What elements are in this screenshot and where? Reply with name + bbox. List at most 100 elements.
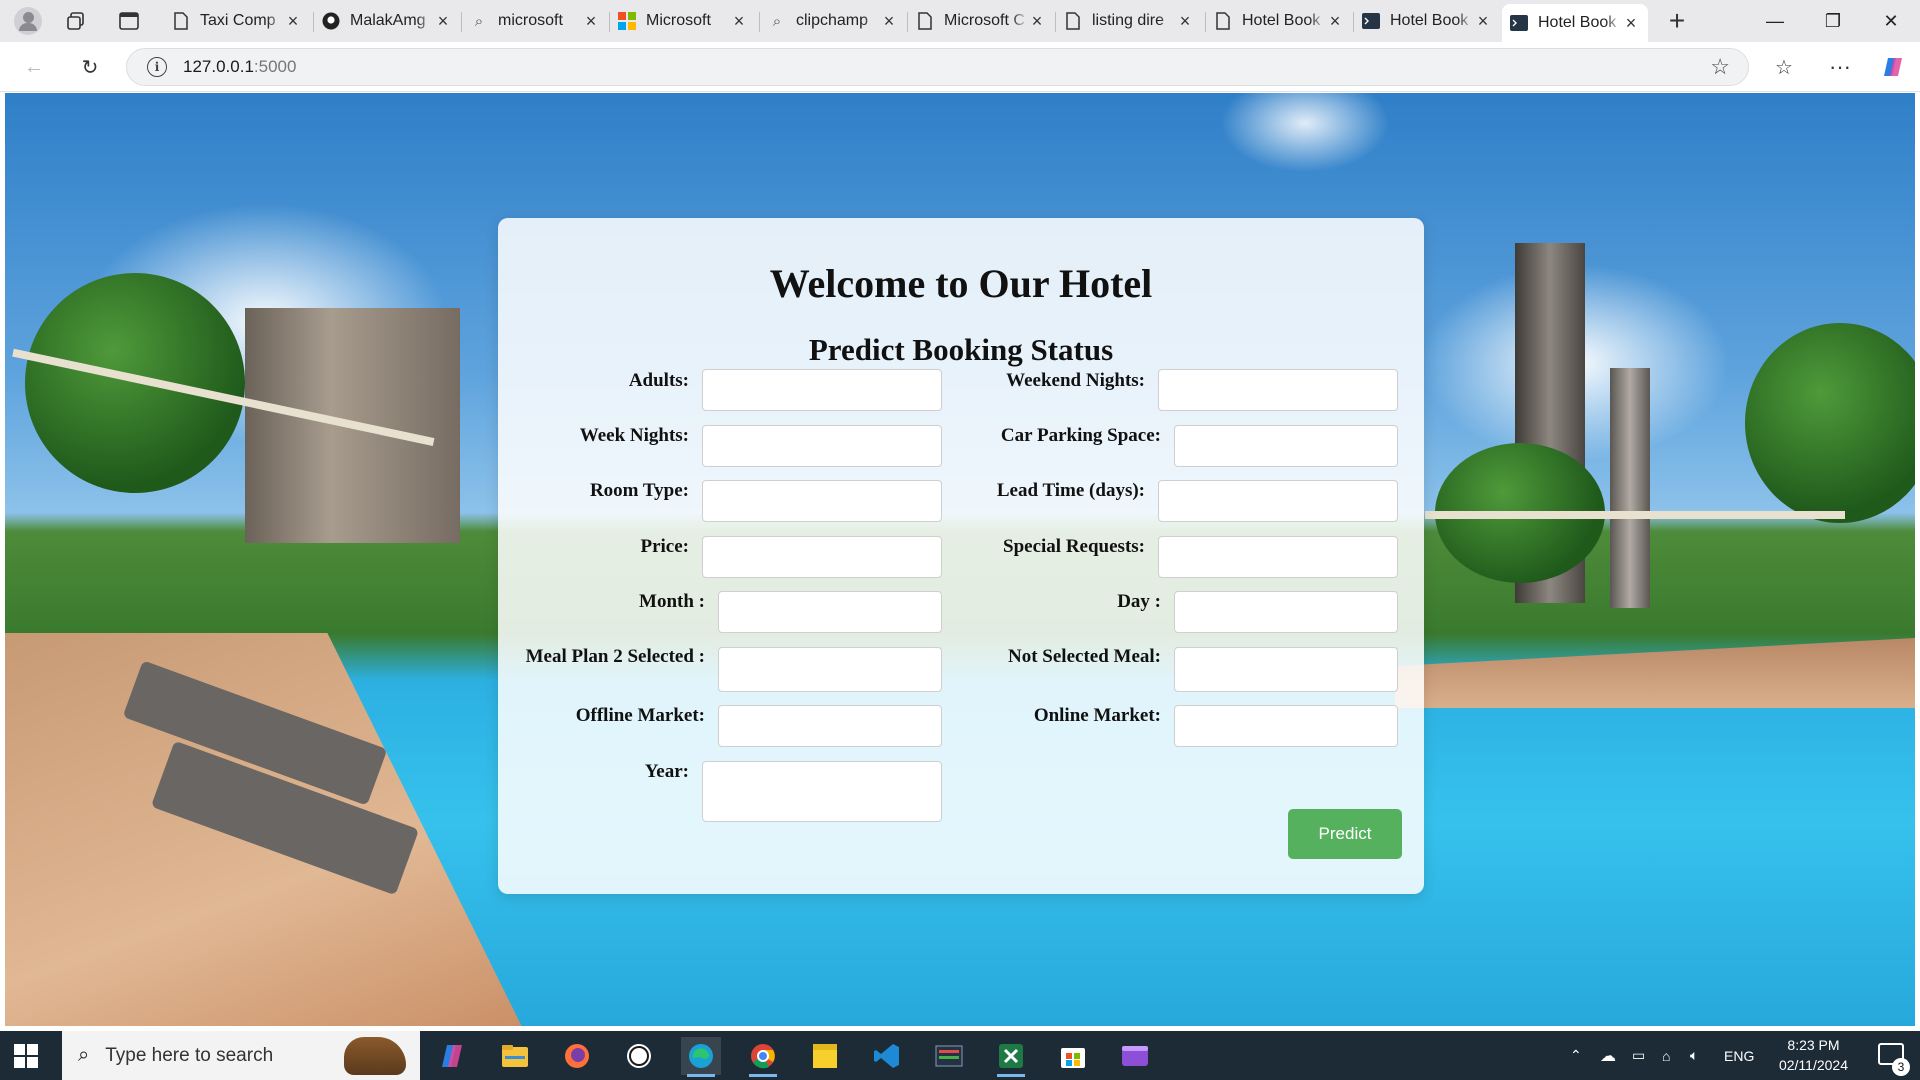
favorites-icon[interactable]: ☆ bbox=[1770, 53, 1798, 81]
chrome-icon[interactable] bbox=[743, 1037, 783, 1077]
close-tab-icon[interactable]: × bbox=[1474, 12, 1492, 30]
whatsapp-icon[interactable] bbox=[619, 1037, 659, 1075]
price-label: Price: bbox=[640, 536, 689, 557]
room-type-input[interactable] bbox=[702, 480, 942, 522]
tab-title: Hotel Book bbox=[1390, 12, 1469, 29]
copilot-icon[interactable] bbox=[1880, 53, 1908, 81]
sticky-notes-icon[interactable] bbox=[805, 1037, 845, 1075]
weekend-nights-input[interactable] bbox=[1158, 369, 1398, 411]
year-input[interactable] bbox=[702, 761, 942, 822]
tab-clipchamp-search[interactable]: ⌕ clipchamp × bbox=[760, 4, 906, 38]
bison-illustration-icon bbox=[344, 1037, 406, 1075]
battery-icon[interactable]: ▭ bbox=[1632, 1031, 1645, 1080]
firefox-icon[interactable] bbox=[557, 1037, 597, 1075]
search-icon: ⌕ bbox=[78, 1044, 90, 1066]
week-nights-label: Week Nights: bbox=[579, 425, 689, 446]
favorite-star-icon[interactable]: ☆ bbox=[1710, 54, 1730, 80]
show-hidden-icons-icon[interactable]: ⌃ bbox=[1570, 1031, 1582, 1080]
microsoft-store-icon[interactable] bbox=[1053, 1037, 1093, 1075]
vscode-icon[interactable] bbox=[867, 1037, 907, 1075]
tab-listing-dire[interactable]: listing dire × bbox=[1056, 4, 1202, 38]
close-tab-icon[interactable]: × bbox=[880, 12, 898, 30]
predict-button[interactable]: Predict bbox=[1288, 809, 1402, 859]
page-icon bbox=[1214, 12, 1232, 30]
search-icon: ⌕ bbox=[772, 12, 782, 30]
copilot-icon[interactable] bbox=[433, 1037, 473, 1075]
network-icon[interactable]: ⌂ bbox=[1662, 1031, 1670, 1080]
back-icon[interactable]: ← bbox=[20, 53, 48, 81]
windows-start-icon[interactable] bbox=[14, 1044, 38, 1068]
tab-microsoft[interactable]: Microsoft × bbox=[610, 4, 756, 38]
booking-form-card: Welcome to Our Hotel Predict Booking Sta… bbox=[498, 218, 1424, 894]
close-tab-icon[interactable]: × bbox=[434, 12, 452, 30]
volume-icon[interactable]: 🔈︎ bbox=[1690, 1031, 1698, 1080]
tab-hotel-book-active[interactable]: Hotel Book × bbox=[1502, 4, 1648, 42]
more-options-icon[interactable]: ··· bbox=[1826, 53, 1854, 81]
special-requests-input[interactable] bbox=[1158, 536, 1398, 578]
close-tab-icon[interactable]: × bbox=[1176, 12, 1194, 30]
week-nights-input[interactable] bbox=[702, 425, 942, 467]
weekend-nights-label: Weekend Nights: bbox=[1006, 370, 1145, 391]
edge-icon[interactable] bbox=[681, 1037, 721, 1077]
tab-hotel-book-1[interactable]: Hotel Book × bbox=[1206, 4, 1352, 38]
close-tab-icon[interactable]: × bbox=[284, 12, 302, 30]
tab-title: MalakAmg bbox=[350, 12, 426, 29]
not-selected-meal-input[interactable] bbox=[1174, 647, 1398, 692]
offline-market-input[interactable] bbox=[718, 705, 942, 747]
excel-icon[interactable] bbox=[991, 1037, 1031, 1077]
price-input[interactable] bbox=[702, 536, 942, 578]
meal-plan-2-input[interactable] bbox=[718, 647, 942, 692]
tab-hotel-book-2[interactable]: Hotel Book × bbox=[1354, 4, 1500, 38]
profile-avatar-icon[interactable] bbox=[14, 7, 42, 35]
terminal-icon bbox=[1510, 14, 1528, 32]
minimize-icon[interactable]: — bbox=[1752, 8, 1798, 34]
online-market-input[interactable] bbox=[1174, 705, 1398, 747]
microsoft-logo-icon bbox=[618, 12, 636, 30]
onedrive-icon[interactable]: ☁ bbox=[1600, 1031, 1616, 1080]
address-bar[interactable]: i 127.0.0.1:5000 ☆ bbox=[126, 48, 1749, 86]
terminal-icon bbox=[1362, 12, 1380, 30]
close-tab-icon[interactable]: × bbox=[730, 12, 748, 30]
tab-title: Microsoft bbox=[646, 12, 711, 29]
clock[interactable]: 8:23 PM 02/11/2024 bbox=[1779, 1035, 1848, 1075]
restore-icon[interactable]: ❐ bbox=[1810, 8, 1856, 34]
tab-title: Taxi Comp bbox=[200, 12, 276, 29]
close-tab-icon[interactable]: × bbox=[582, 12, 600, 30]
tab-microsoft-search[interactable]: ⌕ microsoft × bbox=[462, 4, 608, 38]
month-input[interactable] bbox=[718, 591, 942, 633]
tab-microsoft-c[interactable]: Microsoft C × bbox=[908, 4, 1054, 38]
tab-title: Hotel Book bbox=[1242, 12, 1321, 29]
page-icon bbox=[172, 12, 190, 30]
close-tab-icon[interactable]: × bbox=[1028, 12, 1046, 30]
car-parking-input[interactable] bbox=[1174, 425, 1398, 467]
file-explorer-icon[interactable] bbox=[495, 1037, 535, 1075]
clipchamp-icon[interactable] bbox=[1115, 1037, 1155, 1075]
adults-input[interactable] bbox=[702, 369, 942, 411]
tab-title: clipchamp bbox=[796, 12, 869, 29]
tab-malakamg[interactable]: MalakAmg × bbox=[314, 4, 460, 38]
lead-time-input[interactable] bbox=[1158, 480, 1398, 522]
notification-count-badge: 3 bbox=[1892, 1058, 1910, 1076]
online-market-label: Online Market: bbox=[1033, 705, 1161, 726]
taskbar-search-box[interactable]: ⌕ Type here to search bbox=[62, 1031, 420, 1080]
adults-label: Adults: bbox=[628, 370, 689, 391]
tab-actions-icon[interactable] bbox=[117, 9, 141, 33]
time: 8:23 PM bbox=[1787, 1037, 1840, 1053]
app-icon[interactable] bbox=[929, 1037, 969, 1075]
close-tab-icon[interactable]: × bbox=[1326, 12, 1344, 30]
tab-taxi-comp[interactable]: Taxi Comp × bbox=[164, 4, 310, 38]
meal-plan-2-label: Meal Plan 2 Selected : bbox=[525, 646, 705, 667]
close-window-icon[interactable]: ✕ bbox=[1868, 8, 1914, 34]
new-tab-icon[interactable]: + bbox=[1665, 5, 1689, 36]
search-placeholder: Type here to search bbox=[105, 1044, 274, 1066]
day-input[interactable] bbox=[1174, 591, 1398, 633]
github-icon bbox=[322, 12, 340, 30]
tab-title: microsoft bbox=[498, 12, 563, 29]
workspaces-icon[interactable] bbox=[64, 9, 88, 33]
language-indicator[interactable]: ENG bbox=[1724, 1031, 1754, 1080]
site-info-icon[interactable]: i bbox=[147, 57, 167, 77]
refresh-icon[interactable]: ↻ bbox=[76, 53, 104, 81]
car-parking-label: Car Parking Space: bbox=[1000, 425, 1161, 446]
close-tab-icon[interactable]: × bbox=[1622, 14, 1640, 32]
not-selected-meal-label: Not Selected Meal: bbox=[1008, 646, 1161, 667]
